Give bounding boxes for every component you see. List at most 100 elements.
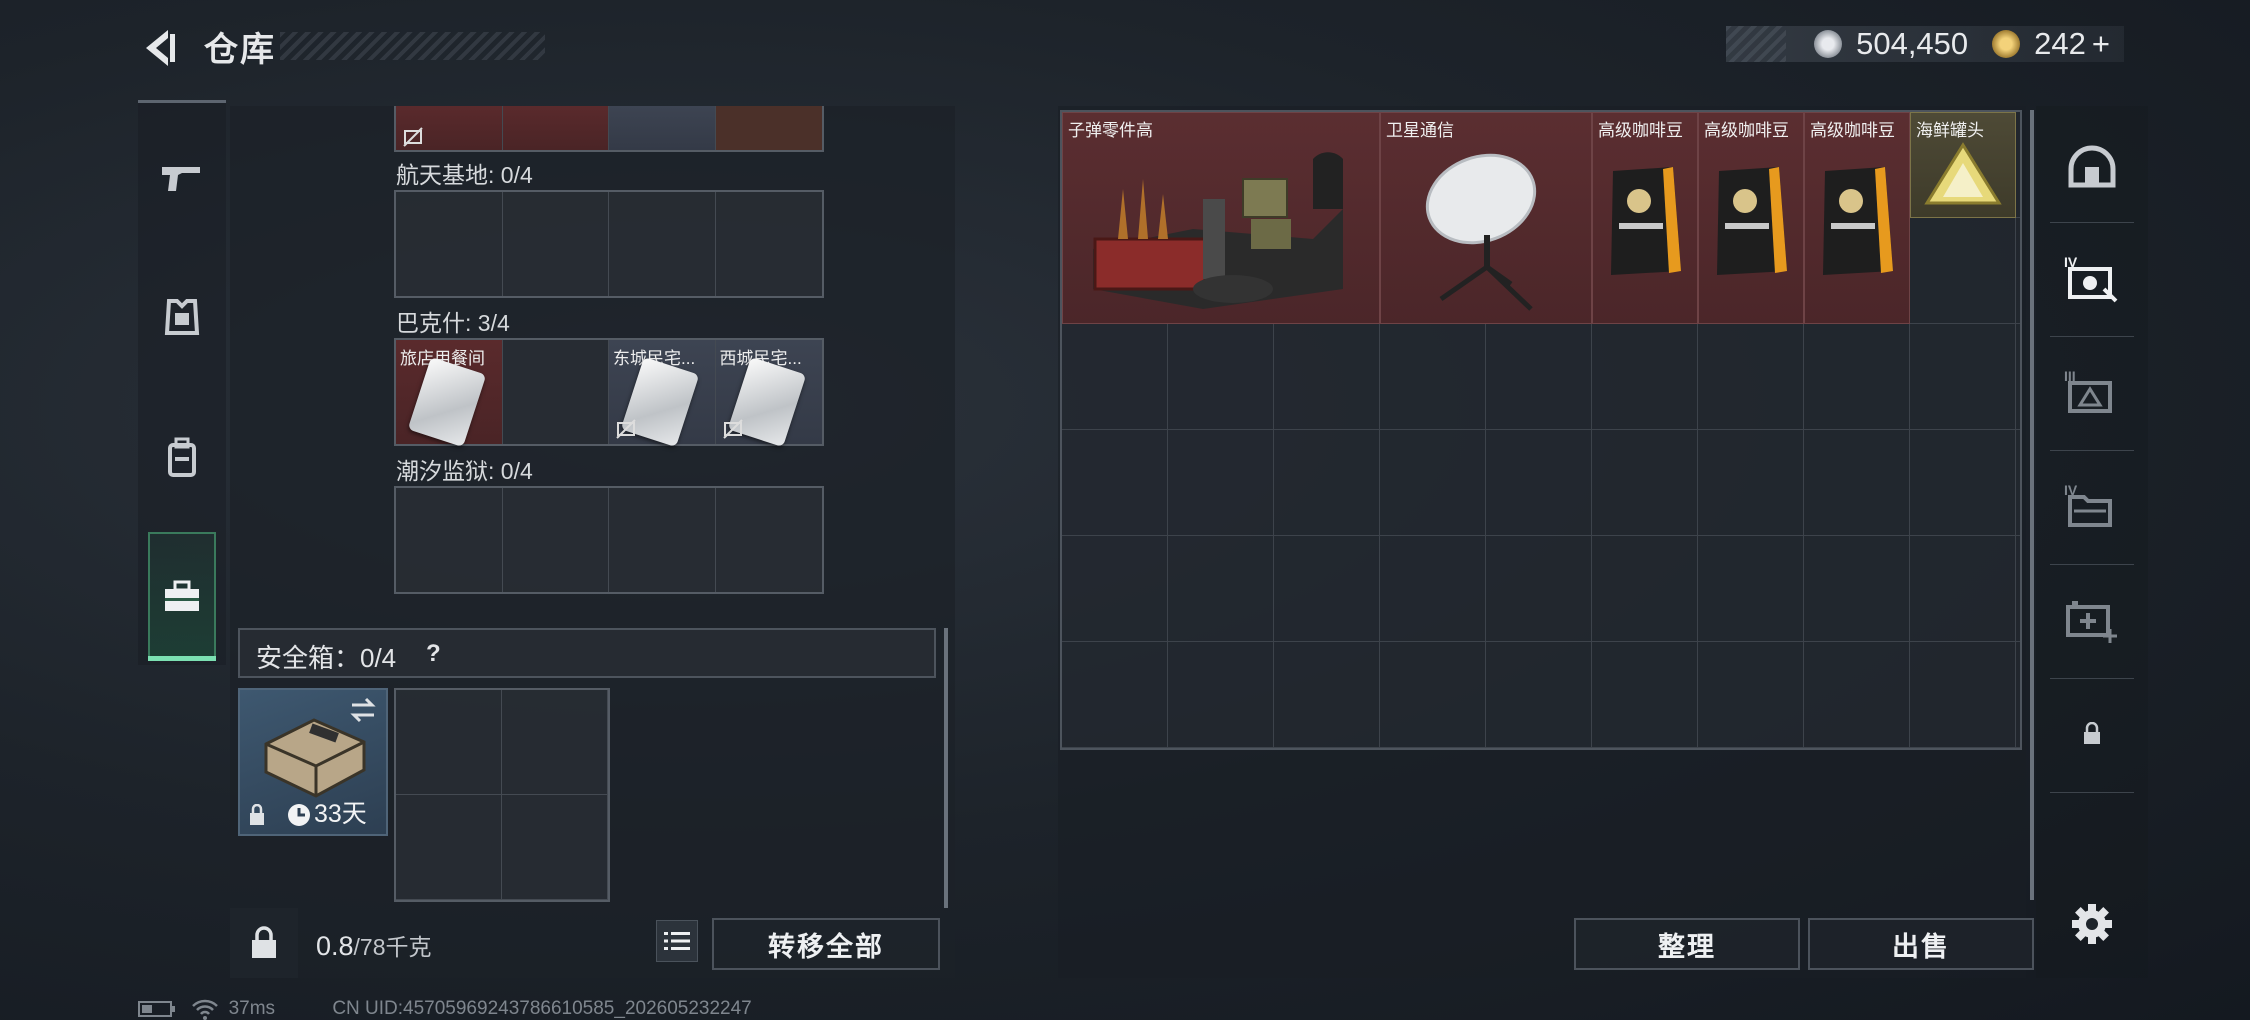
stash-item-coffee[interactable]: 高级咖啡豆 [1804,112,1910,324]
keycard-slot[interactable] [716,488,823,592]
status-bar: 37ms CN UID:45705969243786610585_2026052… [138,998,752,1020]
coffee-bag-image [1611,167,1681,275]
safe-slot[interactable] [502,690,608,795]
back-arrow-icon[interactable] [138,26,182,70]
list-view-button[interactable] [656,920,698,962]
safe-box-label: 安全箱：0/4 [256,643,397,673]
keycard-slot[interactable] [503,192,609,296]
keycard-slot[interactable] [396,192,503,296]
gold-amount: 242 [2034,26,2086,61]
keycard-image [407,356,487,448]
sell-button[interactable]: 出售 [1808,918,2034,970]
armor-icon[interactable] [148,284,216,352]
keycard-slot[interactable]: 西城民宅... [715,340,822,448]
stash-grid[interactable]: 子弹零件高 卫星通信 高级咖啡豆 高级咖啡豆 高级咖啡豆 海鲜罐头 [1060,110,2022,750]
seafood-can-image [1924,142,2002,205]
currency-decoration [1726,26,1786,62]
silver-coin-icon [1814,30,1843,58]
toolbox-icon[interactable] [148,562,216,630]
weight-lock-button[interactable] [230,908,298,978]
carry-weight: 0.8/78千克 [316,928,432,962]
stash-item-coffee[interactable]: 高级咖啡豆 [1698,112,1804,324]
keycard-slot[interactable] [502,106,609,150]
keycard-slot[interactable] [715,106,822,150]
list-icon [664,932,690,950]
no-card-icon [403,127,423,147]
weight-max: /78千克 [353,934,432,960]
item-name: 子弹零件高 [1068,121,1153,140]
locked-slot-icon [2050,692,2134,776]
stash-item-coffee[interactable]: 高级咖啡豆 [1592,112,1698,324]
container-iv-icon[interactable]: IV [2050,236,2134,320]
add-currency-button[interactable]: + [2092,26,2110,62]
wifi-icon [192,999,219,1020]
sidebar-divider [2050,792,2134,793]
sidebar-divider [2050,678,2134,679]
battery-icon [138,1001,175,1017]
section-label-aerospace: 航天基地: 0/4 [396,162,533,188]
item-name: 高级咖啡豆 [1704,121,1789,140]
keycard-slot[interactable] [503,340,609,444]
keycard-grid-bakesh: 旅店用餐间 东城民宅... 西城民宅... [394,338,824,448]
keycard-slot[interactable]: 旅店用餐间 [396,340,503,448]
keycard-grid-aerospace [394,190,824,298]
coffee-bag-image [1823,167,1893,275]
no-card-icon [722,419,743,439]
satellite-dish-image [1425,153,1537,311]
sidebar-divider [2050,222,2134,223]
medical-add-icon[interactable] [2050,578,2134,662]
no-card-icon [616,419,636,439]
stash-item-seafood-can[interactable]: 海鲜罐头 [1910,112,2016,218]
silver-amount: 504,450 [1856,26,1969,61]
title-decoration [280,32,545,60]
ammo-parts-image [1093,152,1343,309]
lock-icon [250,804,264,825]
item-name: 海鲜罐头 [1916,121,1984,140]
container-iv-folder-icon[interactable]: IV [2050,464,2134,548]
swap-icon[interactable] [348,696,378,724]
ping-text: 37ms [228,998,276,1020]
safe-slot[interactable] [396,690,502,795]
gold-coin-icon [1992,30,2021,58]
item-name: 高级咖啡豆 [1810,121,1895,140]
help-button[interactable]: ? [426,640,441,668]
settings-icon[interactable] [2050,882,2134,966]
keycard-grid-top-partial [394,106,824,152]
keycard-slot[interactable] [609,106,716,150]
active-tab-indicator [148,656,216,661]
transfer-all-button[interactable]: 转移全部 [712,918,940,970]
sidebar-divider [2050,336,2134,337]
sort-button[interactable]: 整理 [1574,918,1800,970]
keycard-slot[interactable] [609,488,716,592]
sidebar-divider [2050,564,2134,565]
section-label-tidal-prison: 潮汐监狱: 0/4 [396,458,533,484]
right-scrollbar[interactable] [2030,110,2034,900]
item-name: 卫星通信 [1386,121,1454,140]
weight-current: 0.8 [316,931,354,961]
coffee-bag-image [1717,167,1787,275]
backpack-icon[interactable] [148,424,216,492]
uid-text: CN UID:45705969243786610585_202605232247 [332,998,752,1020]
weight-lock-icon [252,926,276,958]
safe-box-item[interactable]: 33天 [238,688,388,836]
keycard-grid-tidal-prison [394,486,824,594]
stash-item-satellite[interactable]: 卫星通信 [1380,112,1592,324]
keycard-slot[interactable] [609,192,716,296]
keycard-slot[interactable] [396,106,503,150]
safe-slot[interactable] [396,795,502,900]
keycard-slot[interactable] [396,488,503,592]
pistol-icon[interactable] [148,144,216,212]
keycard-slot[interactable] [716,192,823,296]
section-label-bakesh: 巴克什: 3/4 [396,310,510,336]
left-scrollbar[interactable] [944,628,948,908]
container-iii-icon[interactable]: III [2050,350,2134,434]
safe-slot[interactable] [502,795,608,900]
item-name: 高级咖啡豆 [1598,121,1683,140]
keycard-slot[interactable]: 东城民宅... [609,340,716,448]
keycard-slot[interactable] [503,488,609,592]
sidebar-top-line [138,100,226,103]
stash-item-ammo-parts[interactable]: 子弹零件高 [1062,112,1380,324]
safe-box-grid [394,688,610,902]
helmet-icon[interactable] [2050,126,2134,210]
page-title: 仓库 [204,31,276,69]
